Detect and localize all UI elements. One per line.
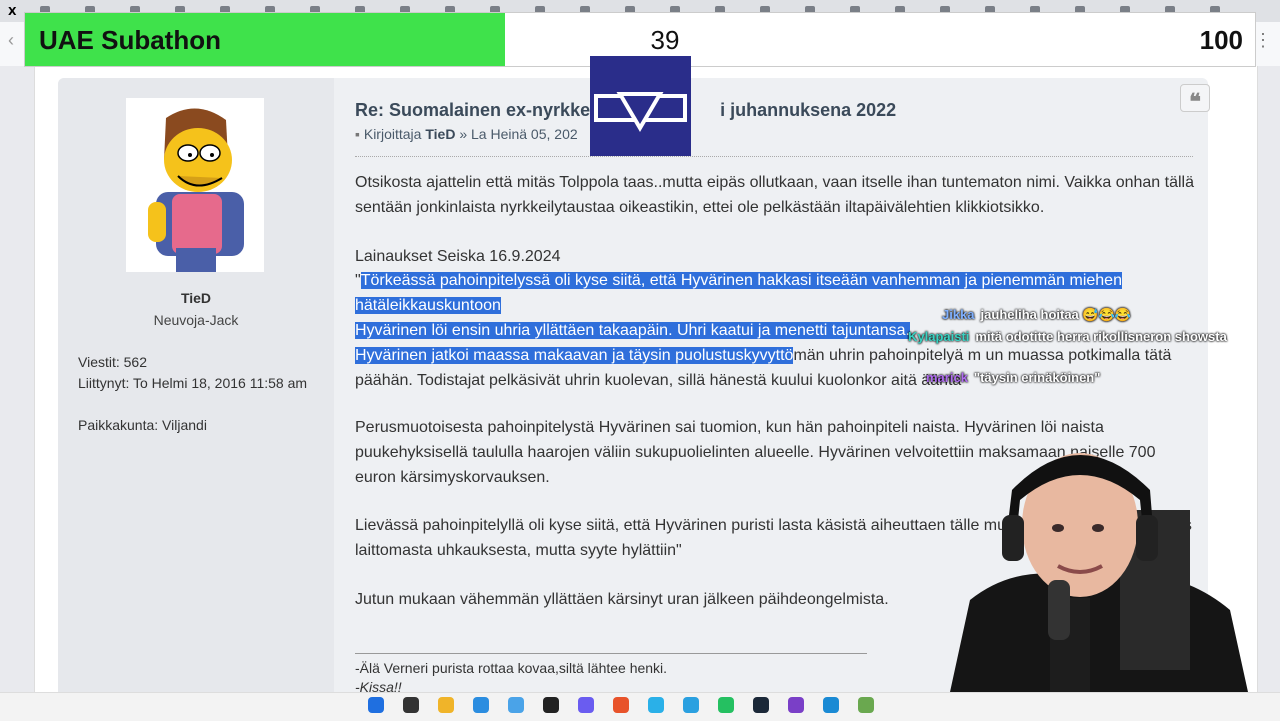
telegram-icon[interactable] <box>683 697 699 713</box>
post-icon: ▪ <box>355 126 360 142</box>
x-tab-icon[interactable]: X <box>8 5 16 18</box>
post-byline: ▪ Kirjoittaja TieD » La Heinä 05, 202 <box>355 126 578 142</box>
quote-open-mark: " <box>355 272 361 289</box>
discord-icon[interactable] <box>578 697 594 713</box>
edge-icon[interactable] <box>473 697 489 713</box>
windows-taskbar <box>0 692 1280 721</box>
post-title-start: Re: Suomalainen ex-nyrkke <box>355 100 591 120</box>
post-paragraph-1: Otsikosta ajattelin että mitäs Tolppola … <box>355 174 1194 216</box>
chat-message: Kylapaisti mitä odotitte herra rikollisne… <box>908 329 1227 344</box>
visual-studio-icon[interactable] <box>788 697 804 713</box>
chat-username: Kylapaisti <box>908 329 970 344</box>
windows-start-icon[interactable] <box>368 697 384 713</box>
app-icon[interactable] <box>858 697 874 713</box>
chat-text: mitä odotitte herra rikollisneron showst… <box>975 329 1227 344</box>
streamer-webcam <box>930 430 1248 692</box>
author-location: Paikkakunta: Viljandi <box>78 417 207 433</box>
quote-button[interactable]: ❝ <box>1180 84 1210 114</box>
author-joined: Liittynyt: To Helmi 18, 2016 11:58 am <box>78 375 308 391</box>
store-icon[interactable] <box>508 697 524 713</box>
chat-message: marick "täysin erinäköinen" <box>926 370 1100 385</box>
subathon-title: UAE Subathon <box>39 25 221 55</box>
quote-source: Lainaukset Seiska 16.9.2024 <box>355 248 561 265</box>
author-username[interactable]: TieD <box>78 290 314 306</box>
terminal-icon[interactable] <box>543 697 559 713</box>
highlighted-sentence-2: Hyvärinen löi ensin uhria yllättäen taka… <box>355 322 910 339</box>
author-rank: Neuvoja-Jack <box>153 312 239 328</box>
search-icon[interactable] <box>403 697 419 713</box>
steam-icon[interactable] <box>753 697 769 713</box>
chat-message: Jikka jauheliha hoitaa 😅😂😂 <box>942 307 1131 323</box>
chat-username: Jikka <box>942 307 975 322</box>
author-post-count: Viestit: 562 <box>78 354 148 370</box>
subathon-goal: 100 <box>1199 25 1243 55</box>
vscode-icon[interactable] <box>823 697 839 713</box>
byline-prefix: Kirjoittaja <box>363 126 422 142</box>
menu-icon[interactable]: ⋮ <box>1254 30 1272 51</box>
post-header-divider <box>355 156 1193 157</box>
chrome-icon[interactable] <box>648 697 664 713</box>
chat-text: jauheliha hoitaa 😅😂😂 <box>980 307 1131 322</box>
chat-text: "täysin erinäköinen" <box>973 370 1101 385</box>
file-explorer-icon[interactable] <box>438 697 454 713</box>
user-avatar[interactable] <box>126 98 264 272</box>
channel-logo <box>590 56 691 156</box>
brave-icon[interactable] <box>613 697 629 713</box>
chat-username: marick <box>926 370 968 385</box>
post-title-end: i juhannuksena 2022 <box>720 100 897 120</box>
signature-divider <box>355 653 867 654</box>
highlighted-sentence-3: Hyvärinen jatkoi maassa makaavan ja täys… <box>355 347 794 364</box>
subathon-current-count: 39 <box>650 25 680 55</box>
back-icon[interactable]: ‹ <box>8 30 14 51</box>
signature-line-1: -Älä Verneri purista rottaa kovaa,siltä … <box>355 660 668 676</box>
byline-author[interactable]: TieD <box>425 126 455 142</box>
byline-date: » La Heinä 05, 202 <box>459 126 578 142</box>
whatsapp-icon[interactable] <box>718 697 734 713</box>
